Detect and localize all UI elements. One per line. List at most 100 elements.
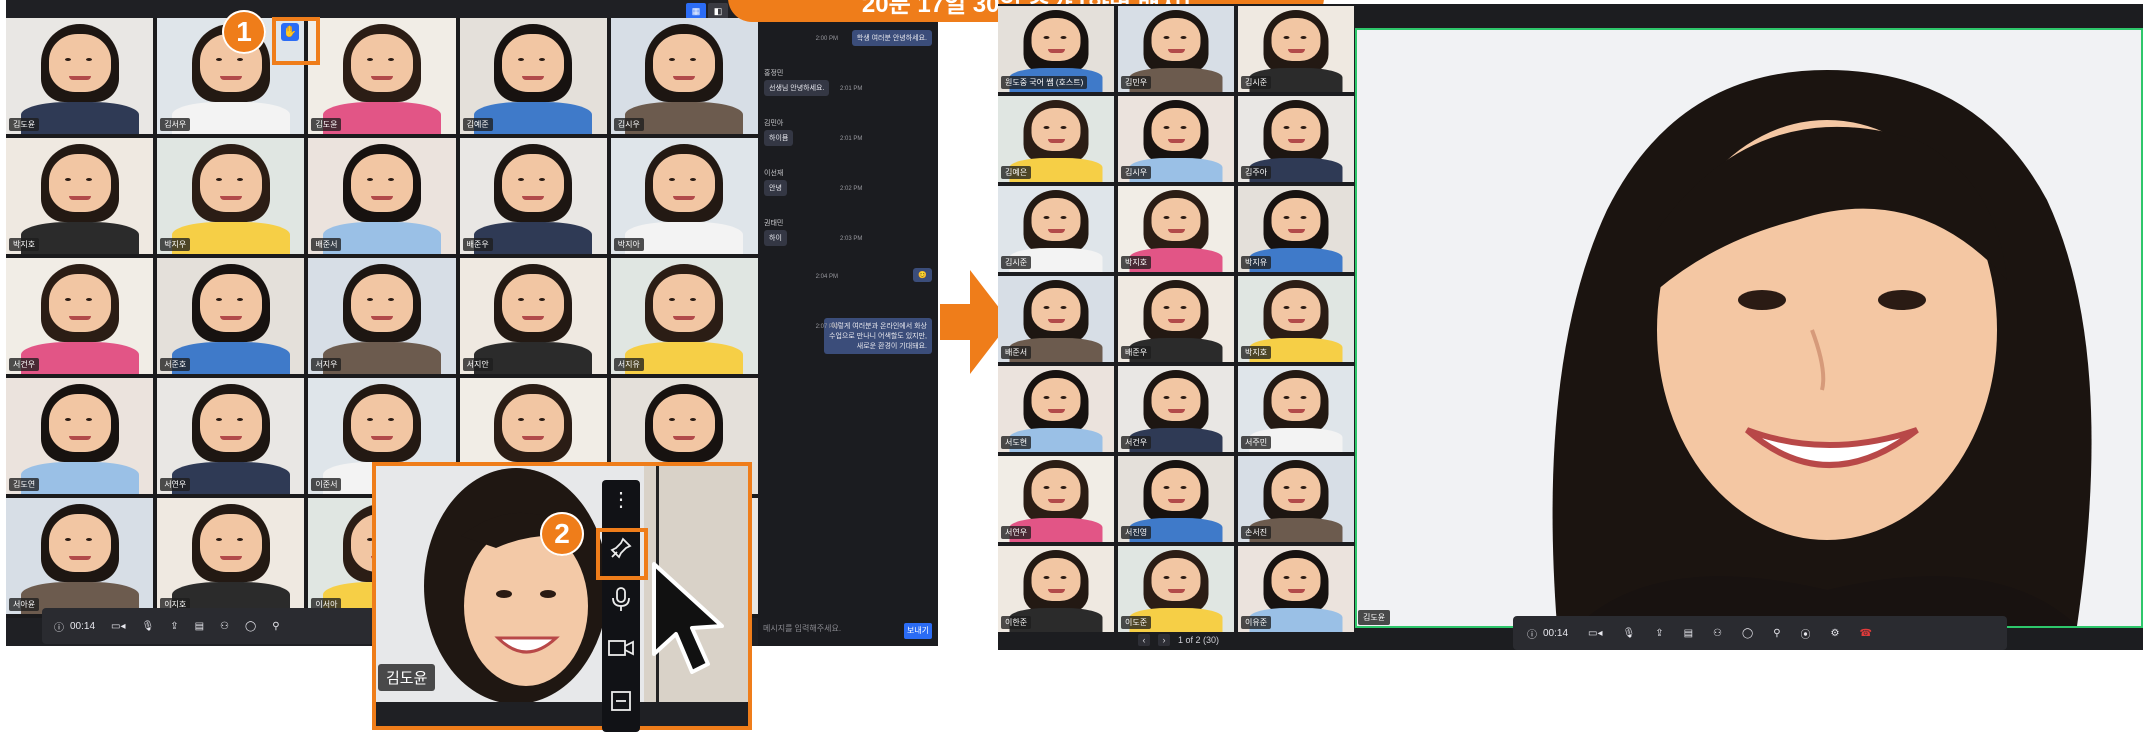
- right-screenshot: 원도중 국어 쌤 (호스트) 김민우 김시준 김예은 김시우 김주아 김시준 박지호 박지유 배준…: [998, 4, 2143, 650]
- participant-name-tag: 박지호: [1241, 346, 1272, 359]
- settings-icon[interactable]: ⚙: [1831, 628, 1840, 639]
- chat-icon[interactable]: ◯: [245, 621, 256, 632]
- participants-icon[interactable]: ⚇: [220, 621, 229, 632]
- chat-message: 하이욤: [764, 130, 794, 146]
- participant-tile[interactable]: 서진영: [1118, 456, 1234, 542]
- participant-name-tag: 서연우: [1001, 526, 1032, 539]
- participant-tile[interactable]: 배준우: [459, 138, 607, 254]
- share-icon[interactable]: ⇪: [1655, 628, 1663, 639]
- participant-name-tag: 서도현: [1001, 436, 1032, 449]
- participant-tile[interactable]: 서건우: [1118, 366, 1234, 452]
- participant-name-tag: 서연우: [160, 478, 191, 491]
- participants-icon[interactable]: ⚇: [1713, 628, 1722, 639]
- video-camera-icon[interactable]: [607, 638, 635, 666]
- participant-name-tag: 배준우: [462, 238, 493, 251]
- video-camera-icon[interactable]: ▭◂: [111, 621, 125, 632]
- participant-name-tag: 이유준: [1241, 616, 1272, 629]
- record-icon[interactable]: ⦿: [1801, 626, 1811, 641]
- participant-tile[interactable]: 김민우: [1118, 6, 1234, 92]
- participant-tile[interactable]: 김주아: [1238, 96, 1354, 182]
- participant-tile[interactable]: 서연우: [998, 456, 1114, 542]
- share-icon[interactable]: ⇪: [170, 621, 178, 632]
- participant-name-tag: 김시우: [613, 118, 644, 131]
- info-icon[interactable]: ⓘ: [54, 619, 64, 634]
- document-icon[interactable]: ▤: [1684, 628, 1693, 639]
- microphone-icon[interactable]: [607, 586, 635, 614]
- end-call-icon[interactable]: ☎: [1860, 628, 1872, 639]
- user-icon[interactable]: ⚲: [272, 621, 279, 632]
- participant-tile[interactable]: 김시준: [998, 186, 1114, 272]
- participant-tile[interactable]: 김예은: [998, 96, 1114, 182]
- participant-grid: 원도중 국어 쌤 (호스트) 김민우 김시준 김예은 김시우 김주아 김시준 박지호 박지유 배준…: [998, 6, 1354, 632]
- user-icon[interactable]: ⚲: [1773, 628, 1780, 639]
- participant-name-tag: 박지아: [613, 238, 644, 251]
- participant-name-tag: 서지안: [462, 358, 493, 371]
- participant-tile[interactable]: 이유준: [1238, 546, 1354, 632]
- more-vertical-icon[interactable]: ⋮: [607, 486, 635, 514]
- participant-tile[interactable]: 배준우: [1118, 276, 1234, 362]
- chat-time: 2:00 PM: [815, 36, 838, 42]
- participant-tile[interactable]: 김예준: [459, 18, 607, 134]
- participant-tile[interactable]: 김시우: [610, 18, 758, 134]
- participant-tile[interactable]: 박지호: [6, 138, 154, 254]
- chat-icon[interactable]: ◯: [1742, 628, 1753, 639]
- video-camera-icon[interactable]: ▭◂: [1588, 628, 1602, 639]
- participant-tile[interactable]: 김시우: [1118, 96, 1234, 182]
- microphone-icon[interactable]: 🎙: [142, 621, 155, 632]
- participant-tile[interactable]: 서건우: [6, 258, 154, 374]
- chat-sender: 홍정민: [764, 70, 784, 77]
- participant-tile[interactable]: 원도중 국어 쌤 (호스트): [998, 6, 1114, 92]
- pinned-participant-view[interactable]: [1355, 28, 2143, 628]
- next-page-icon[interactable]: ›: [1158, 634, 1170, 646]
- chat-time: 2:02 PM: [840, 186, 863, 192]
- participant-tile[interactable]: 이도준: [1118, 546, 1234, 632]
- microphone-icon[interactable]: 🎙: [1623, 628, 1636, 639]
- split-view-icon[interactable]: ◧: [708, 3, 728, 19]
- grid-view-icon[interactable]: ▦: [686, 3, 706, 19]
- participant-tile[interactable]: 서준호: [157, 258, 305, 374]
- participant-tile[interactable]: 김도윤: [308, 18, 456, 134]
- info-icon[interactable]: ⓘ: [1527, 626, 1537, 641]
- participant-tile[interactable]: 박지우: [157, 138, 305, 254]
- participant-tile[interactable]: 손서진: [1238, 456, 1354, 542]
- participant-name-tag: 이준서: [311, 478, 342, 491]
- participant-tile[interactable]: 김도윤: [6, 18, 154, 134]
- send-button[interactable]: 보내기: [904, 623, 932, 639]
- chat-time: 2:01 PM: [840, 86, 863, 92]
- participant-name-tag: 서지우: [311, 358, 342, 371]
- participant-name-tag: 배준서: [1001, 346, 1032, 359]
- participant-tile[interactable]: 박지호: [1238, 276, 1354, 362]
- participant-tile[interactable]: 서아윤: [6, 498, 154, 614]
- participant-context-menu: ⋮: [602, 480, 640, 732]
- participant-tile[interactable]: 서지유: [610, 258, 758, 374]
- participant-name-tag: 서준호: [160, 358, 191, 371]
- participant-tile[interactable]: 이지호: [157, 498, 305, 614]
- chat-sender: 권태민: [764, 220, 784, 227]
- participant-tile[interactable]: 서지안: [459, 258, 607, 374]
- prev-page-icon[interactable]: ‹: [1138, 634, 1150, 646]
- participant-tile[interactable]: 이한준: [998, 546, 1114, 632]
- chat-input[interactable]: 메시지를 입력해주세요.: [763, 620, 883, 638]
- participant-tile[interactable]: 서연우: [157, 378, 305, 494]
- view-toggle[interactable]: ▦ ◧: [686, 3, 730, 19]
- participant-tile[interactable]: 김시준: [1238, 6, 1354, 92]
- minimize-icon[interactable]: [607, 690, 635, 718]
- document-icon[interactable]: ▤: [195, 621, 204, 632]
- participant-name-tag: 이한준: [1001, 616, 1032, 629]
- participant-tile[interactable]: 배준서: [998, 276, 1114, 362]
- participant-tile[interactable]: 박지호: [1118, 186, 1234, 272]
- participant-tile[interactable]: 배준서: [308, 138, 456, 254]
- participant-tile[interactable]: 김도연: [6, 378, 154, 494]
- chat-message: 선생님 안녕하세요.: [764, 80, 830, 96]
- participant-tile[interactable]: 서지우: [308, 258, 456, 374]
- participant-name-tag: 김시준: [1001, 256, 1032, 269]
- participant-tile[interactable]: 박지아: [610, 138, 758, 254]
- participant-name-tag: 박지유: [1241, 256, 1272, 269]
- participant-tile[interactable]: 서주민: [1238, 366, 1354, 452]
- participant-name-tag: 서진영: [1121, 526, 1152, 539]
- participant-tile[interactable]: 서도현: [998, 366, 1114, 452]
- participant-name-tag: 박지호: [9, 238, 40, 251]
- participant-name-tag: 김예은: [1001, 166, 1032, 179]
- participant-tile[interactable]: 박지유: [1238, 186, 1354, 272]
- participant-name-tag: 김도윤: [311, 118, 342, 131]
